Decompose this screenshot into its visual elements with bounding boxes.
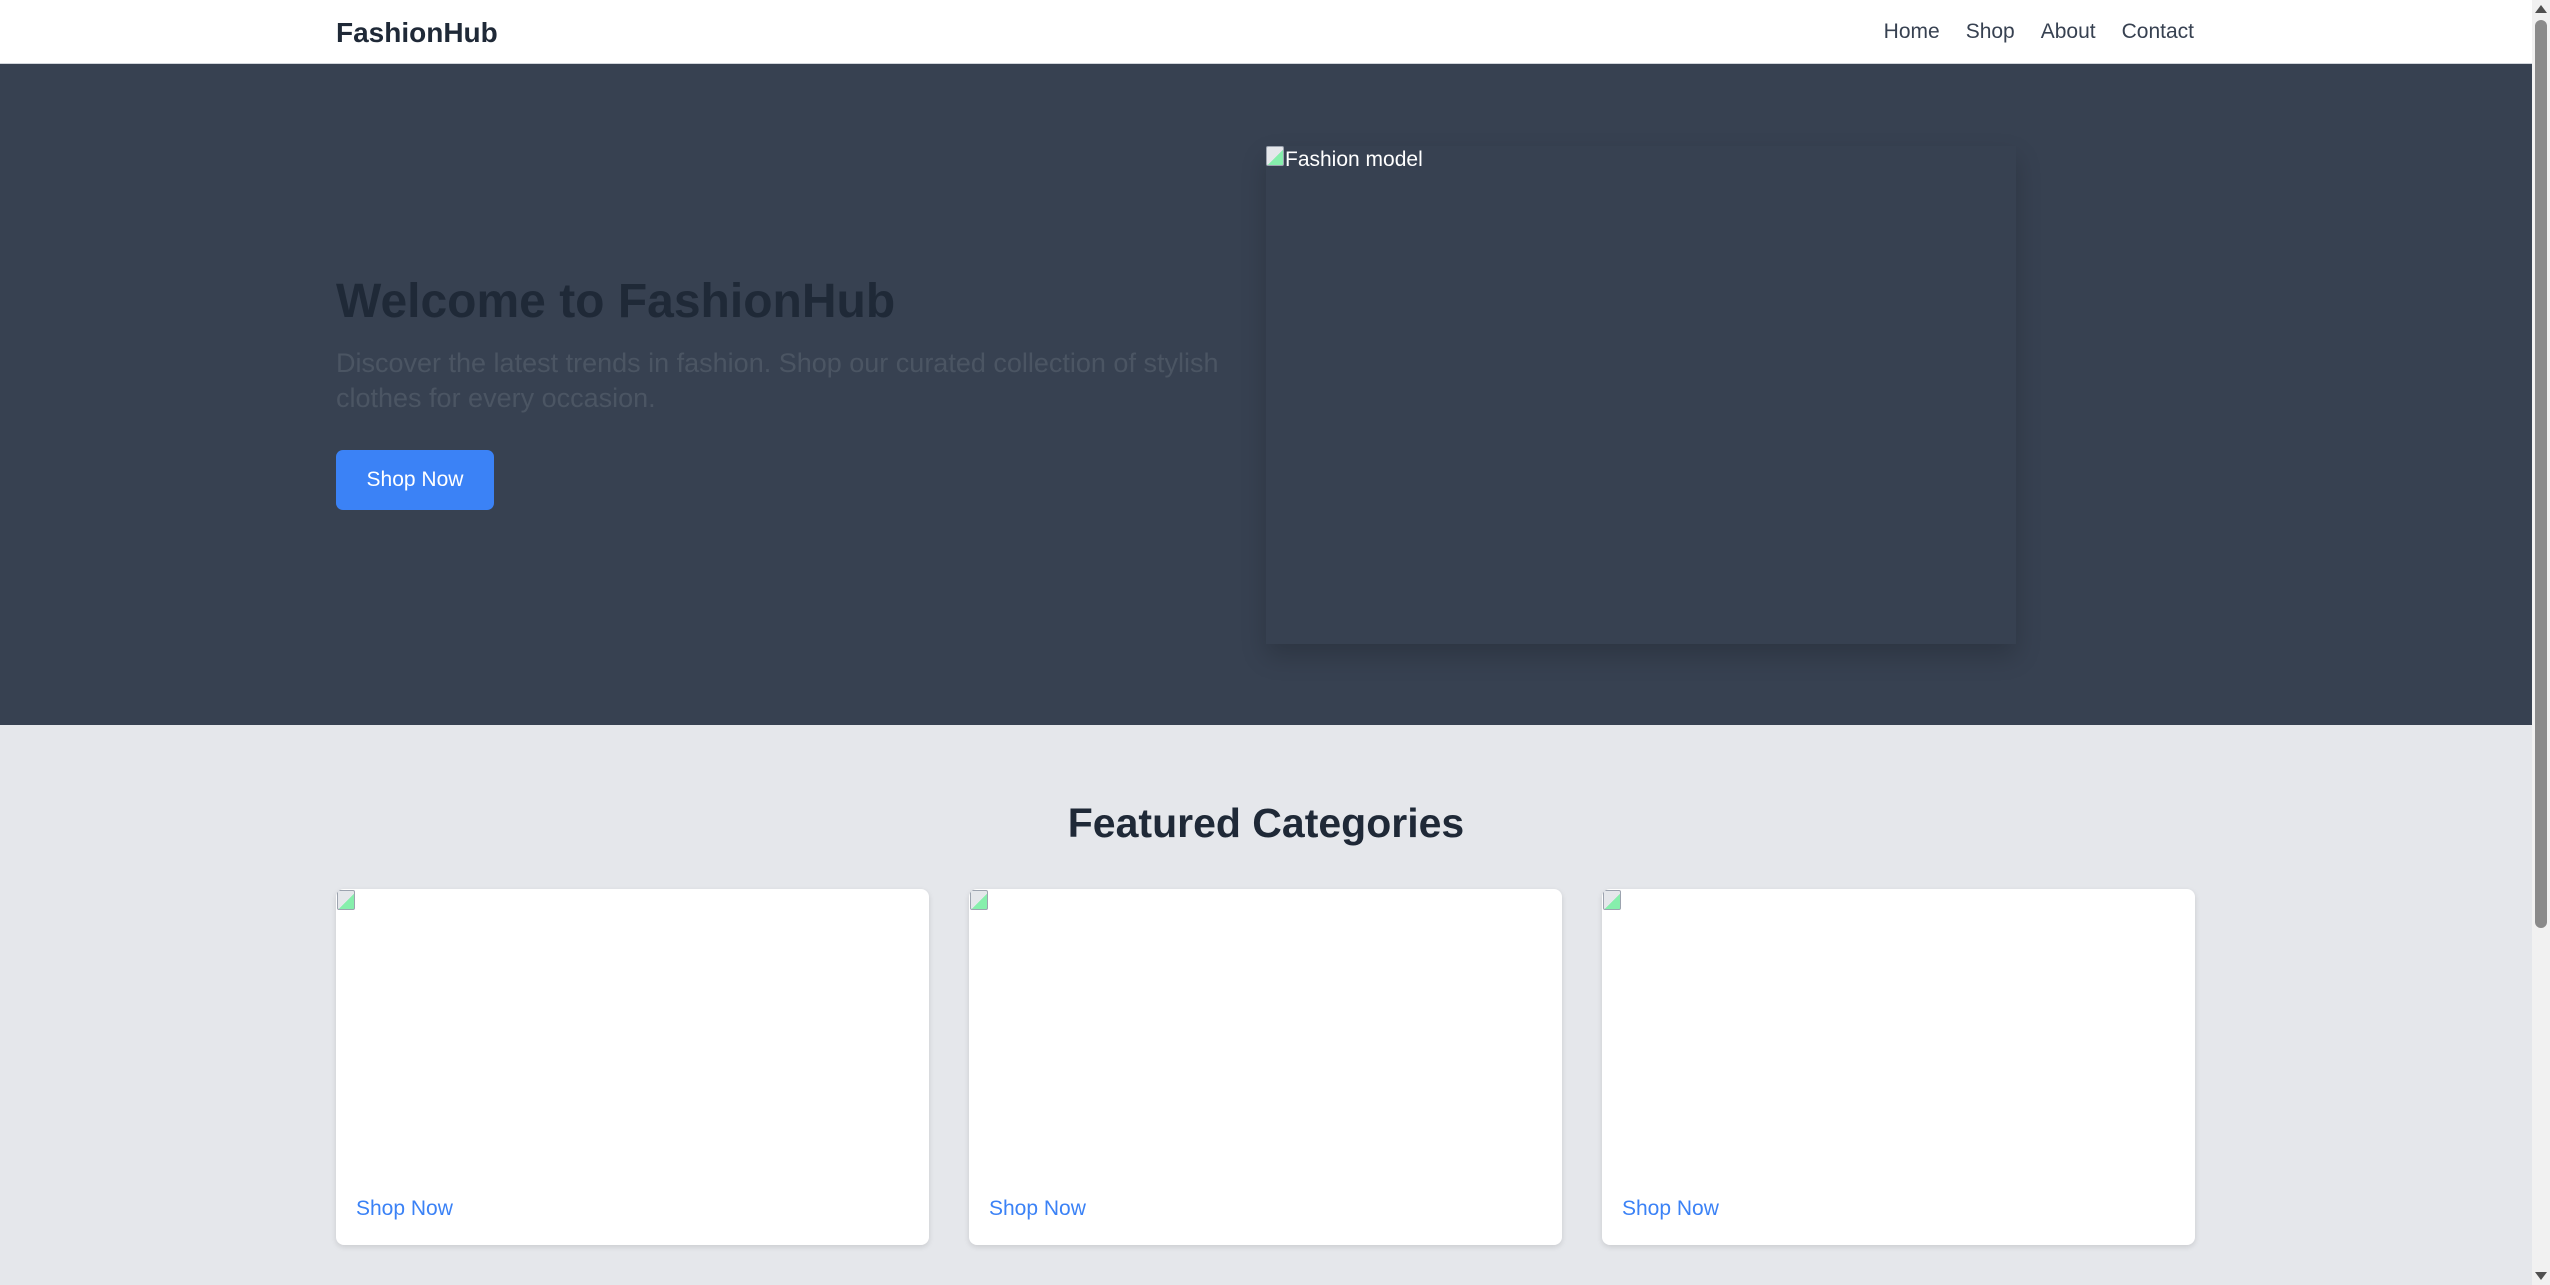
nav-link-shop[interactable]: Shop bbox=[1966, 20, 2015, 44]
category-card: Shop Now bbox=[1602, 889, 2195, 1245]
broken-image-icon bbox=[1603, 890, 1621, 910]
category-image bbox=[336, 889, 929, 1179]
scroll-up-arrow-icon[interactable] bbox=[2535, 5, 2547, 13]
nav-link-home[interactable]: Home bbox=[1884, 20, 1940, 44]
hero-section: Welcome to FashionHub Discover the lates… bbox=[0, 64, 2532, 725]
nav-links: Home Shop About Contact bbox=[1884, 20, 2194, 44]
hero-subtitle: Discover the latest trends in fashion. S… bbox=[336, 348, 1219, 413]
scroll-down-arrow-icon[interactable] bbox=[2535, 1272, 2547, 1280]
category-shop-now-link[interactable]: Shop Now bbox=[1622, 1197, 1719, 1221]
brand-logo[interactable]: FashionHub bbox=[336, 17, 498, 49]
category-shop-now-link[interactable]: Shop Now bbox=[989, 1197, 1086, 1221]
hero-image-alt-text: Fashion model bbox=[1285, 148, 1423, 171]
broken-image-icon bbox=[337, 890, 355, 910]
nav-link-about[interactable]: About bbox=[2041, 20, 2096, 44]
broken-image-icon bbox=[970, 890, 988, 910]
hero-title: Welcome to FashionHub bbox=[336, 275, 896, 328]
category-shop-now-link[interactable]: Shop Now bbox=[356, 1197, 453, 1221]
broken-image-icon bbox=[1266, 146, 1284, 166]
category-card: Shop Now bbox=[336, 889, 929, 1245]
featured-categories-title: Featured Categories bbox=[1067, 800, 1465, 846]
navbar: FashionHub Home Shop About Contact bbox=[0, 0, 2532, 64]
hero-image: Fashion model bbox=[1266, 146, 2016, 644]
scrollbar-thumb[interactable] bbox=[2535, 20, 2547, 928]
shop-now-button[interactable]: Shop Now bbox=[336, 450, 494, 510]
page: FashionHub Home Shop About Contact Welco… bbox=[0, 0, 2532, 1285]
vertical-scrollbar[interactable] bbox=[2532, 0, 2550, 1285]
nav-link-contact[interactable]: Contact bbox=[2122, 20, 2194, 44]
category-card: Shop Now bbox=[969, 889, 1562, 1245]
category-image bbox=[1602, 889, 2195, 1179]
category-image bbox=[969, 889, 1562, 1179]
